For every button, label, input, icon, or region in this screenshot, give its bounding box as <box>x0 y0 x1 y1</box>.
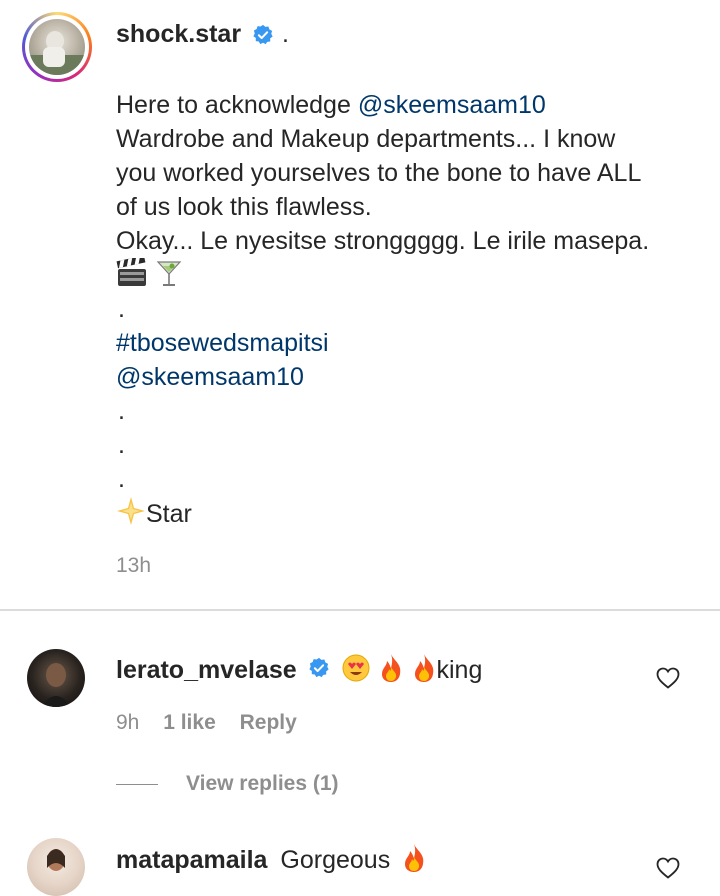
cocktail-icon <box>155 258 183 297</box>
post-timestamp: 13h <box>116 554 152 577</box>
dot-line-2: . <box>118 397 125 425</box>
comment-timestamp: 9h <box>116 711 140 734</box>
fire-emoji-icon <box>401 843 427 880</box>
like-comment-heart-icon[interactable] <box>656 857 680 884</box>
comment-username[interactable]: matapamaila <box>116 846 267 874</box>
dot-line-3: . <box>118 431 125 459</box>
hashtag-link[interactable]: #tbosewedsmapitsi <box>116 329 329 357</box>
caption-line-1: Here to acknowledge <box>116 91 358 119</box>
after-badge-text: . <box>281 20 289 48</box>
post-username[interactable]: shock.star <box>116 20 241 48</box>
heart-eyes-emoji-icon <box>341 653 371 690</box>
caption-line-4: of us look this flawless. <box>116 193 372 221</box>
dot-line-4: . <box>118 465 125 493</box>
view-replies-button[interactable]: View replies (1) <box>186 772 339 796</box>
caption-line-2: Wardrobe and Makeup departments... I kno… <box>116 125 616 153</box>
fire-emoji-icon <box>378 653 404 690</box>
like-comment-heart-icon[interactable] <box>656 667 680 694</box>
comment-likes-count[interactable]: 1 like <box>163 711 216 734</box>
post-author-avatar[interactable] <box>22 12 92 82</box>
section-divider <box>0 609 720 611</box>
signature-text: Star <box>146 500 192 529</box>
comment-avatar[interactable] <box>27 649 85 707</box>
comment-username[interactable]: lerato_mvelase <box>116 656 297 684</box>
reply-button[interactable]: Reply <box>240 711 297 734</box>
replies-line <box>116 784 158 785</box>
comment-text: king <box>436 656 483 685</box>
post-caption: Here to acknowledge @skeemsaam10 Wardrob… <box>116 88 706 535</box>
mention-link[interactable]: @skeemsaam10 <box>358 91 546 119</box>
caption-line-5: Okay... Le nyesitse stronggggg. Le irile… <box>116 227 650 255</box>
verified-badge-icon <box>252 24 274 51</box>
glowing-star-icon <box>116 496 146 535</box>
comment-text: Gorgeous <box>280 846 391 875</box>
fire-emoji-icon <box>411 653 437 690</box>
verified-badge-icon <box>308 657 330 686</box>
dot-line-1: . <box>118 295 125 323</box>
comment-avatar[interactable] <box>27 838 85 896</box>
mention-link-2[interactable]: @skeemsaam10 <box>116 363 304 391</box>
avatar-image <box>29 19 85 75</box>
caption-line-3: you worked yourselves to the bone to hav… <box>116 159 642 187</box>
